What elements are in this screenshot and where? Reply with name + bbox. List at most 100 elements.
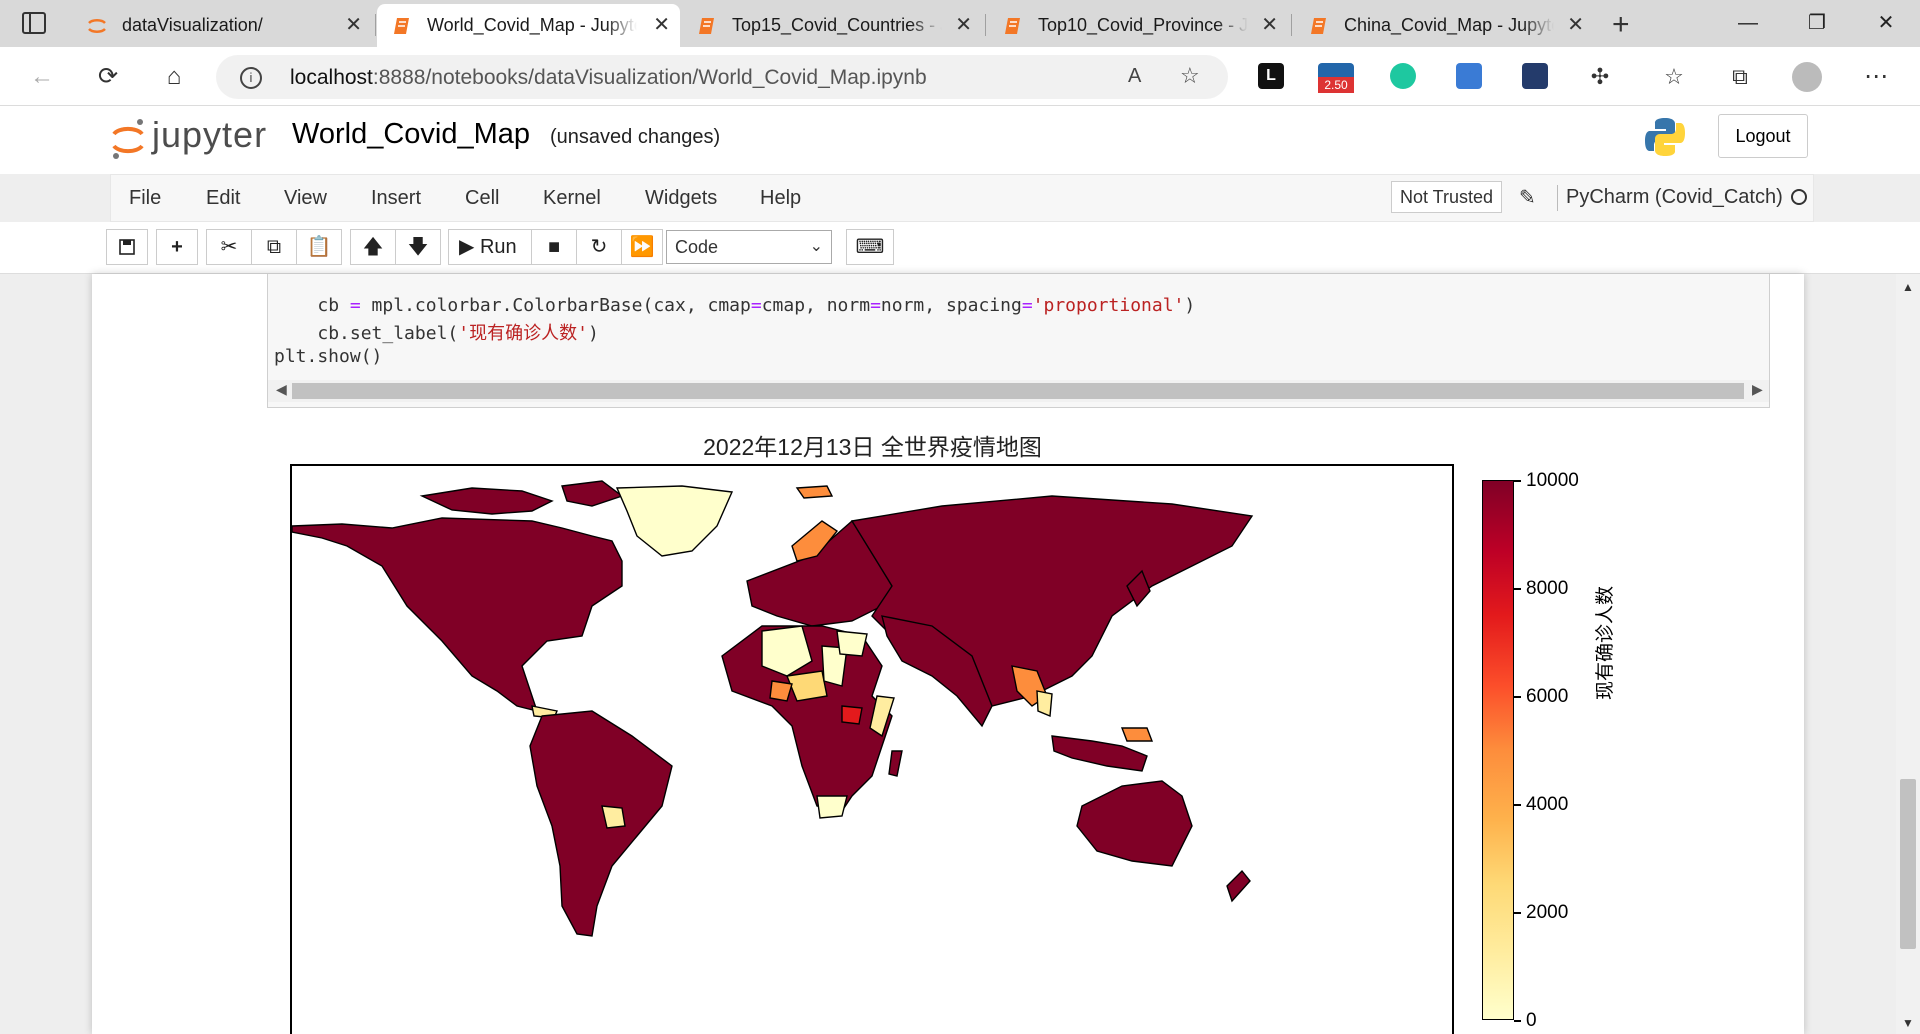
- scroll-right-arrow[interactable]: ▶: [1752, 381, 1763, 398]
- scrollbar-thumb[interactable]: [1900, 779, 1916, 949]
- region-arctic-islands: [561, 480, 624, 507]
- favorites-icon[interactable]: ☆: [1656, 59, 1692, 95]
- menu-help[interactable]: Help: [760, 187, 801, 210]
- tab-China_Covid_Map[interactable]: China_Covid_Map - Jupyter ✕: [1294, 4, 1594, 47]
- minimize-button[interactable]: —: [1728, 8, 1768, 38]
- colorbar-tick: [1514, 912, 1521, 914]
- tab-actions-icon[interactable]: [22, 12, 46, 34]
- extension-dark-icon[interactable]: [1522, 63, 1548, 89]
- collections-icon[interactable]: ⧉: [1722, 59, 1758, 95]
- jupyter-favicon: [88, 18, 106, 33]
- plot-title: 2022年12月13日 全世界疫情地图: [703, 434, 1042, 460]
- tab-title: China_Covid_Map - Jupyter: [1344, 15, 1554, 35]
- url-text: localhost:8888/notebooks/dataVisualizati…: [290, 66, 927, 90]
- jupyter-header: jupyter World_Covid_Map (unsaved changes…: [0, 106, 1920, 174]
- tab-divider: [985, 14, 986, 36]
- extension-l-icon[interactable]: L: [1258, 63, 1284, 89]
- code-cell-input[interactable]: cb = mpl.colorbar.ColorbarBase(cax, cmap…: [267, 274, 1770, 408]
- region-egypt: [836, 630, 868, 657]
- scroll-up-arrow[interactable]: ▲: [1902, 280, 1914, 294]
- cell-type-value: Code: [675, 237, 719, 257]
- insert-cell-button[interactable]: +: [156, 229, 198, 265]
- logout-button[interactable]: Logout: [1718, 114, 1808, 158]
- trust-status-button[interactable]: Not Trusted: [1391, 181, 1503, 213]
- jupyter-logo-text[interactable]: jupyter: [152, 114, 267, 156]
- page-vertical-scrollbar[interactable]: ▲ ▼: [1896, 274, 1920, 1034]
- new-tab-button[interactable]: +: [1612, 8, 1630, 42]
- address-bar-row: ← ⟳ ⌂ i localhost:8888/notebooks/dataVis…: [0, 47, 1920, 106]
- home-button[interactable]: ⌂: [156, 59, 192, 95]
- close-icon[interactable]: ✕: [955, 14, 972, 36]
- menu-kernel[interactable]: Kernel: [543, 187, 601, 210]
- interrupt-button[interactable]: ■: [531, 229, 577, 265]
- kernel-name[interactable]: PyCharm (Covid_Catch): [1566, 186, 1783, 209]
- restart-button[interactable]: ↻: [576, 229, 622, 265]
- info-icon[interactable]: i: [240, 67, 262, 89]
- region-arctic-islands: [419, 487, 554, 515]
- url-field[interactable]: i localhost:8888/notebooks/dataVisualiza…: [216, 55, 1228, 99]
- jupyter-logo-icon[interactable]: [110, 116, 146, 162]
- profile-avatar[interactable]: [1792, 62, 1822, 92]
- menu-view[interactable]: View: [284, 187, 327, 210]
- region-australia: [1076, 780, 1193, 867]
- edit-pencil-icon[interactable]: ✎: [1519, 185, 1536, 210]
- window-close-button[interactable]: ✕: [1866, 8, 1906, 38]
- move-down-button[interactable]: 🡇: [395, 229, 441, 265]
- read-aloud-icon[interactable]: A: [1128, 65, 1141, 88]
- colorbar-tick-label: 10000: [1526, 470, 1579, 491]
- scroll-left-arrow[interactable]: ◀: [276, 381, 287, 398]
- menu-edit[interactable]: Edit: [206, 187, 240, 210]
- favorite-add-icon[interactable]: ☆: [1180, 63, 1200, 89]
- close-icon[interactable]: ✕: [1567, 14, 1584, 36]
- tab-Top10_Covid_Province[interactable]: Top10_Covid_Province - Jupyter ✕: [988, 4, 1288, 47]
- more-icon[interactable]: ⋯: [1858, 59, 1894, 95]
- tab-title: Top15_Covid_Countries - Jupyter: [732, 15, 942, 35]
- colorbar-label: 现有确诊人数: [1595, 585, 1616, 700]
- restore-button[interactable]: ❐: [1797, 8, 1837, 38]
- paste-button[interactable]: 📋: [296, 229, 342, 265]
- reload-button[interactable]: ⟳: [90, 59, 126, 95]
- colorbar-tick: [1514, 696, 1521, 698]
- back-button[interactable]: ←: [24, 59, 60, 95]
- run-button[interactable]: ▶ Run: [448, 229, 532, 265]
- colorbar-tick-label: 8000: [1526, 578, 1569, 599]
- menu-file[interactable]: File: [129, 187, 161, 210]
- save-button[interactable]: [106, 229, 148, 265]
- move-up-button[interactable]: 🡅: [350, 229, 396, 265]
- colorbar-tick: [1514, 480, 1521, 482]
- tab-title: Top10_Covid_Province - Jupyter: [1038, 15, 1248, 35]
- close-icon[interactable]: ✕: [345, 14, 362, 36]
- kernel-divider: [1557, 185, 1558, 211]
- colorbar-tick: [1514, 588, 1521, 590]
- region-papua-new-guinea: [1120, 727, 1154, 742]
- extensions-icon[interactable]: ✣: [1582, 59, 1618, 95]
- code-token: cmap, norm: [761, 295, 871, 316]
- cell-type-select[interactable]: Code ⌄: [666, 230, 832, 264]
- horizontal-scrollbar[interactable]: ◀ ▶: [268, 380, 1769, 402]
- notebook-favicon: [1005, 17, 1020, 34]
- tab-World_Covid_Map[interactable]: World_Covid_Map - Jupyter ✕: [377, 4, 680, 47]
- code-token: ): [587, 323, 599, 344]
- tab-dataVisualization[interactable]: dataVisualization/ ✕: [72, 4, 372, 47]
- menu-insert[interactable]: Insert: [371, 187, 421, 210]
- close-icon[interactable]: ✕: [1261, 14, 1278, 36]
- region-south-africa: [816, 795, 848, 819]
- tab-Top15_Covid_Countries[interactable]: Top15_Covid_Countries - Jupyter ✕: [682, 4, 982, 47]
- cut-button[interactable]: ✂: [206, 229, 252, 265]
- menu-cell[interactable]: Cell: [465, 187, 499, 210]
- close-icon[interactable]: ✕: [653, 14, 670, 36]
- code-token: norm, spacing: [880, 295, 1022, 316]
- extension-blue-icon[interactable]: [1456, 63, 1482, 89]
- colorbar-tick: [1514, 1020, 1521, 1022]
- extension-green-icon[interactable]: [1390, 63, 1416, 89]
- play-icon: ▶: [459, 236, 475, 258]
- extension-video-speed-icon[interactable]: 2.50: [1318, 63, 1354, 93]
- scroll-down-arrow[interactable]: ▼: [1902, 1016, 1914, 1030]
- notebook-favicon: [699, 17, 714, 34]
- command-palette-button[interactable]: ⌨: [846, 229, 894, 265]
- menu-widgets[interactable]: Widgets: [645, 187, 717, 210]
- notebook-name[interactable]: World_Covid_Map: [292, 118, 530, 151]
- copy-button[interactable]: ⧉: [251, 229, 297, 265]
- scrollbar-thumb[interactable]: [292, 383, 1744, 399]
- restart-run-all-button[interactable]: ⏩: [621, 229, 663, 265]
